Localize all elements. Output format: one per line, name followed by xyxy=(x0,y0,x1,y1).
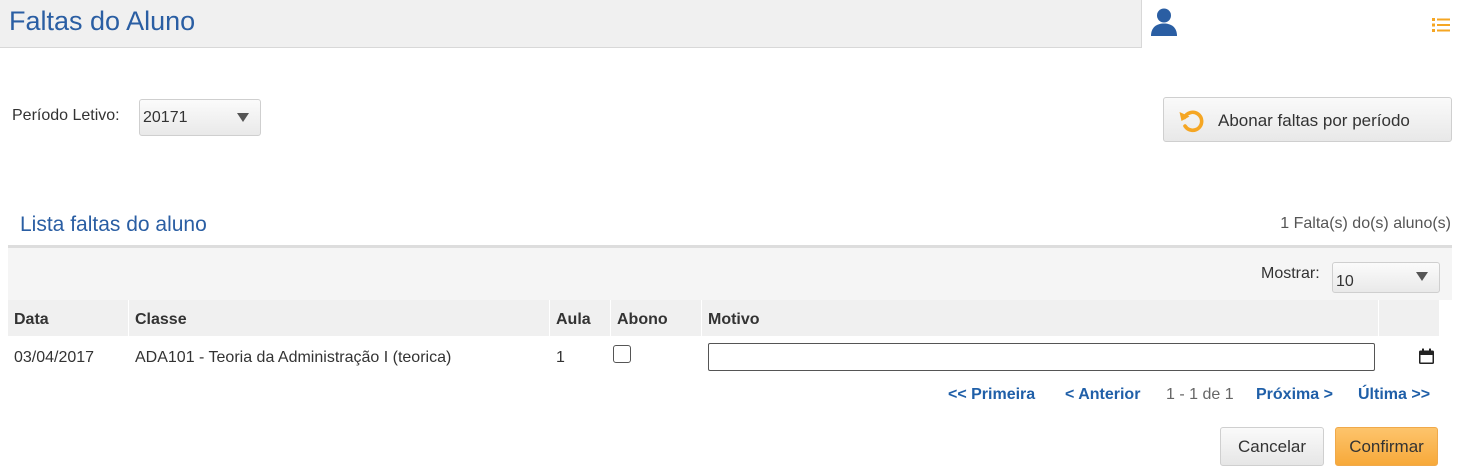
calendar-icon[interactable] xyxy=(1418,348,1435,365)
pagination-prev-link[interactable]: < Anterior xyxy=(1065,386,1140,404)
table-toolbar xyxy=(8,248,1452,300)
abono-checkbox[interactable] xyxy=(613,345,631,363)
section-title: Lista faltas do aluno xyxy=(20,213,207,236)
chevron-down-icon xyxy=(1416,272,1428,281)
column-header-data[interactable]: Data xyxy=(14,311,49,329)
column-header-aula[interactable]: Aula xyxy=(556,311,591,329)
column-header-motivo[interactable]: Motivo xyxy=(708,311,760,329)
header-cell xyxy=(129,300,550,336)
mostrar-select[interactable]: 10 xyxy=(1332,262,1440,293)
confirm-button[interactable]: Confirmar xyxy=(1335,427,1438,466)
periodo-letivo-value: 20171 xyxy=(143,109,188,126)
pagination-last-link[interactable]: Última >> xyxy=(1358,386,1430,404)
pagination-next-link[interactable]: Próxima > xyxy=(1256,386,1333,404)
abonar-faltas-label: Abonar faltas por período xyxy=(1218,111,1410,130)
falta-count: 1 Falta(s) do(s) aluno(s) xyxy=(1280,215,1451,232)
user-icon[interactable] xyxy=(1148,6,1180,38)
motivo-input[interactable] xyxy=(708,343,1375,371)
abonar-faltas-button[interactable]: Abonar faltas por período xyxy=(1163,97,1452,142)
cell-classe: ADA101 - Teoria da Administração I (teor… xyxy=(135,349,452,366)
cell-aula: 1 xyxy=(556,349,565,366)
title-bar: Faltas do Aluno xyxy=(0,0,1142,48)
pagination-first-link[interactable]: << Primeira xyxy=(948,386,1035,404)
column-header-classe[interactable]: Classe xyxy=(135,311,187,329)
mostrar-value: 10 xyxy=(1336,273,1354,290)
column-header-abono[interactable]: Abono xyxy=(617,311,668,329)
cell-data: 03/04/2017 xyxy=(14,349,95,366)
cancel-button[interactable]: Cancelar xyxy=(1220,427,1324,466)
pagination-info: 1 - 1 de 1 xyxy=(1166,386,1234,403)
header-cell xyxy=(702,300,1379,336)
page-title: Faltas do Aluno xyxy=(9,6,196,36)
chevron-down-icon xyxy=(237,113,249,122)
periodo-letivo-select[interactable]: 20171 xyxy=(139,99,261,136)
periodo-letivo-label: Período Letivo: xyxy=(12,107,120,124)
mostrar-label: Mostrar: xyxy=(1261,265,1320,282)
refresh-icon xyxy=(1179,110,1204,133)
list-icon[interactable] xyxy=(1432,17,1450,33)
